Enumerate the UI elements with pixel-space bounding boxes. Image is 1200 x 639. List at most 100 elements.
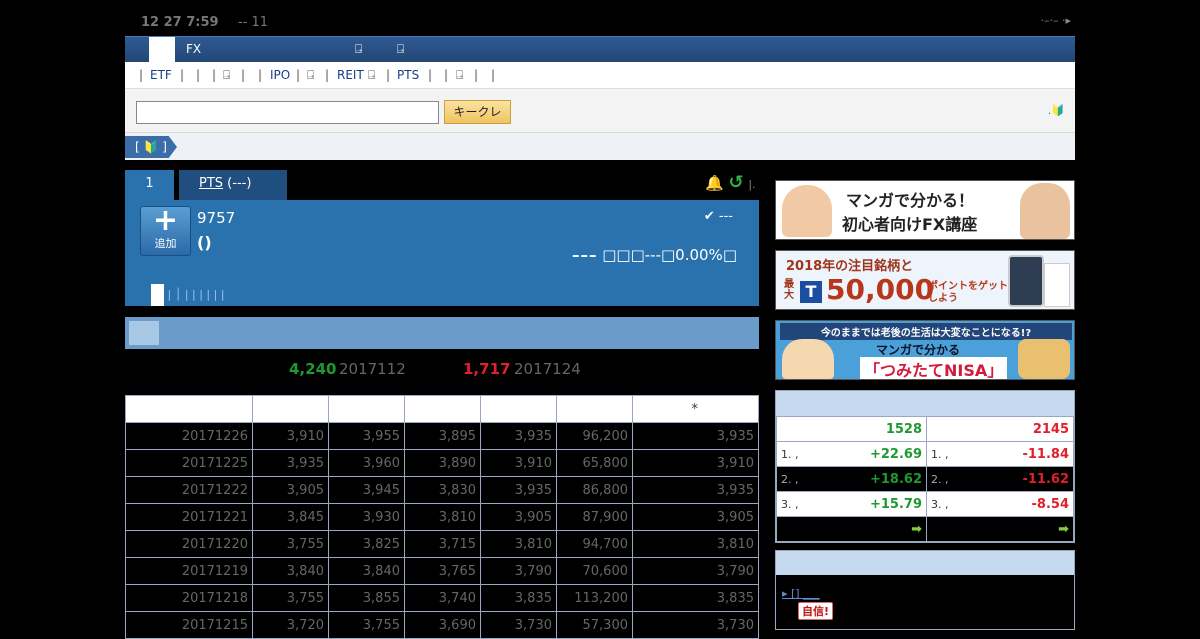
table-row: 20171226 3,910 3,955 3,895 3,935 96,200 3,935 [125,422,759,450]
manga-boy-illustration [1020,183,1070,239]
cell-open: 3,755 [252,584,329,612]
cell-high: 3,840 [328,557,405,585]
external-link-icon[interactable]: ⍈ [397,42,404,57]
news-header [776,551,1074,575]
cell-close: 3,935 [480,476,557,504]
cell-close: 3,810 [480,530,557,558]
col-high [328,395,405,423]
cell-adjusted: 3,835 [632,584,759,612]
external-link-icon[interactable]: ⍈ [355,42,362,57]
chart-tab[interactable] [129,321,159,345]
ranking-widget: 1528 2145 1. , +22.69 1. , -11.84 2. , +18.… [775,390,1075,543]
topbar-extra: -- 11 [238,15,269,30]
cell-high: 3,955 [328,422,405,450]
news-link[interactable]: ▸ [] ___ [782,587,820,600]
subnav-item-ipo[interactable]: IPO [270,68,290,82]
news-widget: ▸ [] ___ 自信! [775,550,1075,630]
loser-rank: 2. , [931,472,949,486]
nav-item-fx[interactable]: FX [186,42,201,56]
loser-cell[interactable]: 1. , -11.84 [926,441,1074,467]
cell-date: 20171219 [125,557,253,585]
panel-subtabs: | │ | | | | | | [151,284,225,306]
manga-character-illustration [782,339,834,379]
year-high-low: 4,240 2017112 1,717 2017124 [125,360,759,382]
loser-cell[interactable]: 3. , -8.54 [926,491,1074,517]
cell-date: 20171221 [125,503,253,531]
external-link-icon[interactable]: ⍈ [368,68,375,83]
search-input[interactable] [136,101,439,124]
loser-rank: 3. , [931,497,949,511]
topbar-links[interactable]: ·–·– ·▸ [1040,14,1071,27]
subnav-separator: | [196,68,201,82]
advancers-count: 1528 [776,416,927,442]
add-to-watchlist-button[interactable]: + 追加 [140,206,191,256]
market-datetime: 12 27 7:59 [141,15,219,30]
price-change: □□□---□0.00%□ [602,246,737,264]
cell-open: 3,755 [252,530,329,558]
gainer-change: +22.69 [869,446,922,462]
cell-volume: 94,700 [556,530,633,558]
year-low-date: 2017124 [514,360,581,378]
gainer-cell[interactable]: 2. , +18.62 [776,466,927,492]
cell-open: 3,905 [252,476,329,504]
cell-open: 3,845 [252,503,329,531]
loser-change: -8.54 [1031,496,1069,512]
subnav-separator: | [325,68,330,82]
refresh-icon[interactable]: ↺ [728,172,743,193]
ranking-row[interactable]: 2. , +18.62 2. , -11.62 [776,466,1074,492]
subnav-item-pts[interactable]: PTS [397,68,419,82]
search-button[interactable]: キークレ [444,100,511,124]
subtab-list[interactable]: | │ | | | | | | [168,288,225,301]
subnav-separator: | [474,68,479,82]
banner-tpoint-campaign[interactable]: 2018年の注目銘柄と 最大 T 50,000 ポイントをゲットしよう [775,250,1075,310]
external-link-icon[interactable]: ⍈ [456,68,463,83]
banner-fx-manga[interactable]: マンガで分かる！ 初心者向けFX講座 [775,180,1075,240]
col-date [125,395,253,423]
gainer-change: +18.62 [869,471,922,487]
top-bar: 12 27 7:59 -- 11 ·–·– ·▸ [125,0,1075,36]
news-badge: 自信! [798,602,834,620]
table-row: 20171219 3,840 3,840 3,765 3,790 70,600 3,790 [125,557,759,585]
cell-date: 20171226 [125,422,253,450]
banner2-prefix: 最大 [784,279,794,301]
cell-adjusted: 3,790 [632,557,759,585]
elderly-character-illustration [1018,339,1070,379]
cell-high: 3,825 [328,530,405,558]
year-high-date: 2017112 [339,360,406,378]
gainer-cell[interactable]: 3. , +15.79 [776,491,927,517]
beginner-mark-icon[interactable]: .🔰 [1048,104,1065,117]
cell-adjusted: 3,810 [632,530,759,558]
subnav-item-reit[interactable]: REIT [337,68,364,82]
bell-icon[interactable]: 🔔 [705,174,724,192]
tab-pts-count: (---) [223,176,252,191]
more-icon[interactable]: |. [748,178,755,191]
gainer-cell[interactable]: 1. , +22.69 [776,441,927,467]
cell-open: 3,720 [252,611,329,639]
subnav-separator: | [180,68,185,82]
banner2-suffix: ポイントをゲットしよう [928,281,1008,304]
subnav-separator: | [212,68,217,82]
nav-home-tab[interactable] [149,37,175,63]
tab-pts[interactable]: PTS (---) [179,170,287,200]
tab-main[interactable]: 1 [125,170,174,200]
external-link-icon[interactable]: ⍈ [223,68,230,83]
ranking-count-row: 1528 2145 [776,416,1074,442]
col-open [252,395,329,423]
arrow-right-icon[interactable]: ➡ [926,516,1074,542]
subnav-item-etf[interactable]: ETF [150,68,172,82]
tab-pts-label[interactable]: PTS [199,176,223,191]
smartphone-illustration [1008,255,1044,307]
external-link-icon[interactable]: ⍈ [307,68,314,83]
arrow-right-icon[interactable]: ➡ [776,516,927,542]
ranking-row[interactable]: 1. , +22.69 1. , -11.84 [776,441,1074,467]
subnav-separator: | [139,68,144,82]
subtab-active[interactable] [151,284,164,306]
stock-panel: + 追加 9757 () ✔ --- ––– □□□---□0.00%□ | │… [125,200,759,306]
ranking-row[interactable]: 3. , +15.79 3. , -8.54 [776,491,1074,517]
cell-open: 3,935 [252,449,329,477]
year-low-value: 1,717 [463,360,511,378]
table-row: 20171222 3,905 3,945 3,830 3,935 86,800 3,935 [125,476,759,504]
loser-cell[interactable]: 2. , -11.62 [926,466,1074,492]
beginner-guide-link[interactable]: [ 🔰 ] [125,136,177,158]
banner-tsumitate-nisa[interactable]: 今のままでは老後の生活は大変なことになる!? マンガで分かる 「つみたてNISA… [775,320,1075,380]
